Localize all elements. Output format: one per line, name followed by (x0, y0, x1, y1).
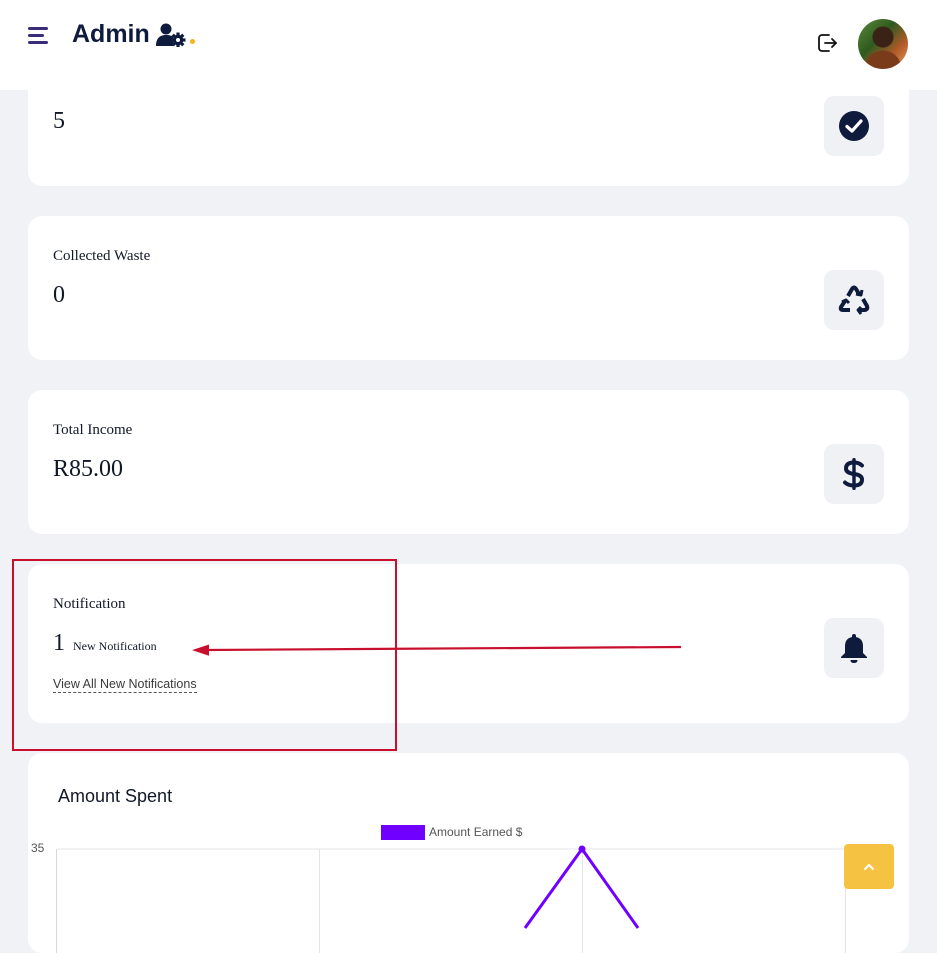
stat-card-collected-waste: Collected Waste 0 (28, 216, 909, 360)
amount-chart: Amount Earned $ 35 (31, 825, 846, 953)
logout-icon[interactable] (815, 31, 839, 55)
brand-logo[interactable]: Admin (72, 20, 195, 49)
notification-count: 1 (53, 630, 65, 656)
card-value: R85.00 (53, 456, 124, 482)
bell-icon (841, 634, 867, 663)
card-label: Collected Waste (53, 248, 151, 264)
brand-name: Admin (72, 20, 150, 48)
check-circle-icon (839, 111, 869, 141)
data-point[interactable] (578, 845, 586, 853)
top-navbar: Admin (0, 0, 937, 90)
hamburger-menu-icon[interactable] (28, 27, 48, 45)
icon-box (824, 96, 884, 156)
notification-count-label: New Notification (73, 639, 157, 653)
stat-card-total-income: Total Income R85.00 (28, 390, 909, 534)
chart-card-amount-spent: Amount Spent Amount Earned $ 35 (28, 753, 909, 953)
brand-dot (189, 39, 195, 44)
recycle-icon (838, 285, 870, 315)
user-avatar[interactable] (858, 19, 908, 69)
card-value: 0 (53, 282, 65, 308)
user-gear-icon (155, 23, 186, 47)
legend-swatch (381, 825, 425, 840)
notification-count-row: 1 New Notification (53, 630, 157, 657)
icon-box (824, 444, 884, 504)
dollar-icon (843, 458, 865, 490)
card-label: Total Income (53, 422, 133, 438)
y-tick-label: 35 (31, 841, 45, 855)
card-value: 5 (53, 108, 65, 134)
chart-legend[interactable]: Amount Earned $ (381, 825, 523, 840)
icon-box (824, 270, 884, 330)
chart-gridlines (56, 848, 846, 953)
chevron-up-icon (864, 863, 874, 870)
icon-box (824, 618, 884, 678)
scroll-to-top-button[interactable] (844, 844, 894, 889)
card-label: Notification (53, 596, 126, 612)
series-line (523, 846, 640, 929)
stat-card-notification: Notification 1 New Notification View All … (28, 564, 909, 723)
legend-label: Amount Earned $ (429, 825, 523, 839)
view-all-notifications-link[interactable]: View All New Notifications (53, 677, 197, 693)
